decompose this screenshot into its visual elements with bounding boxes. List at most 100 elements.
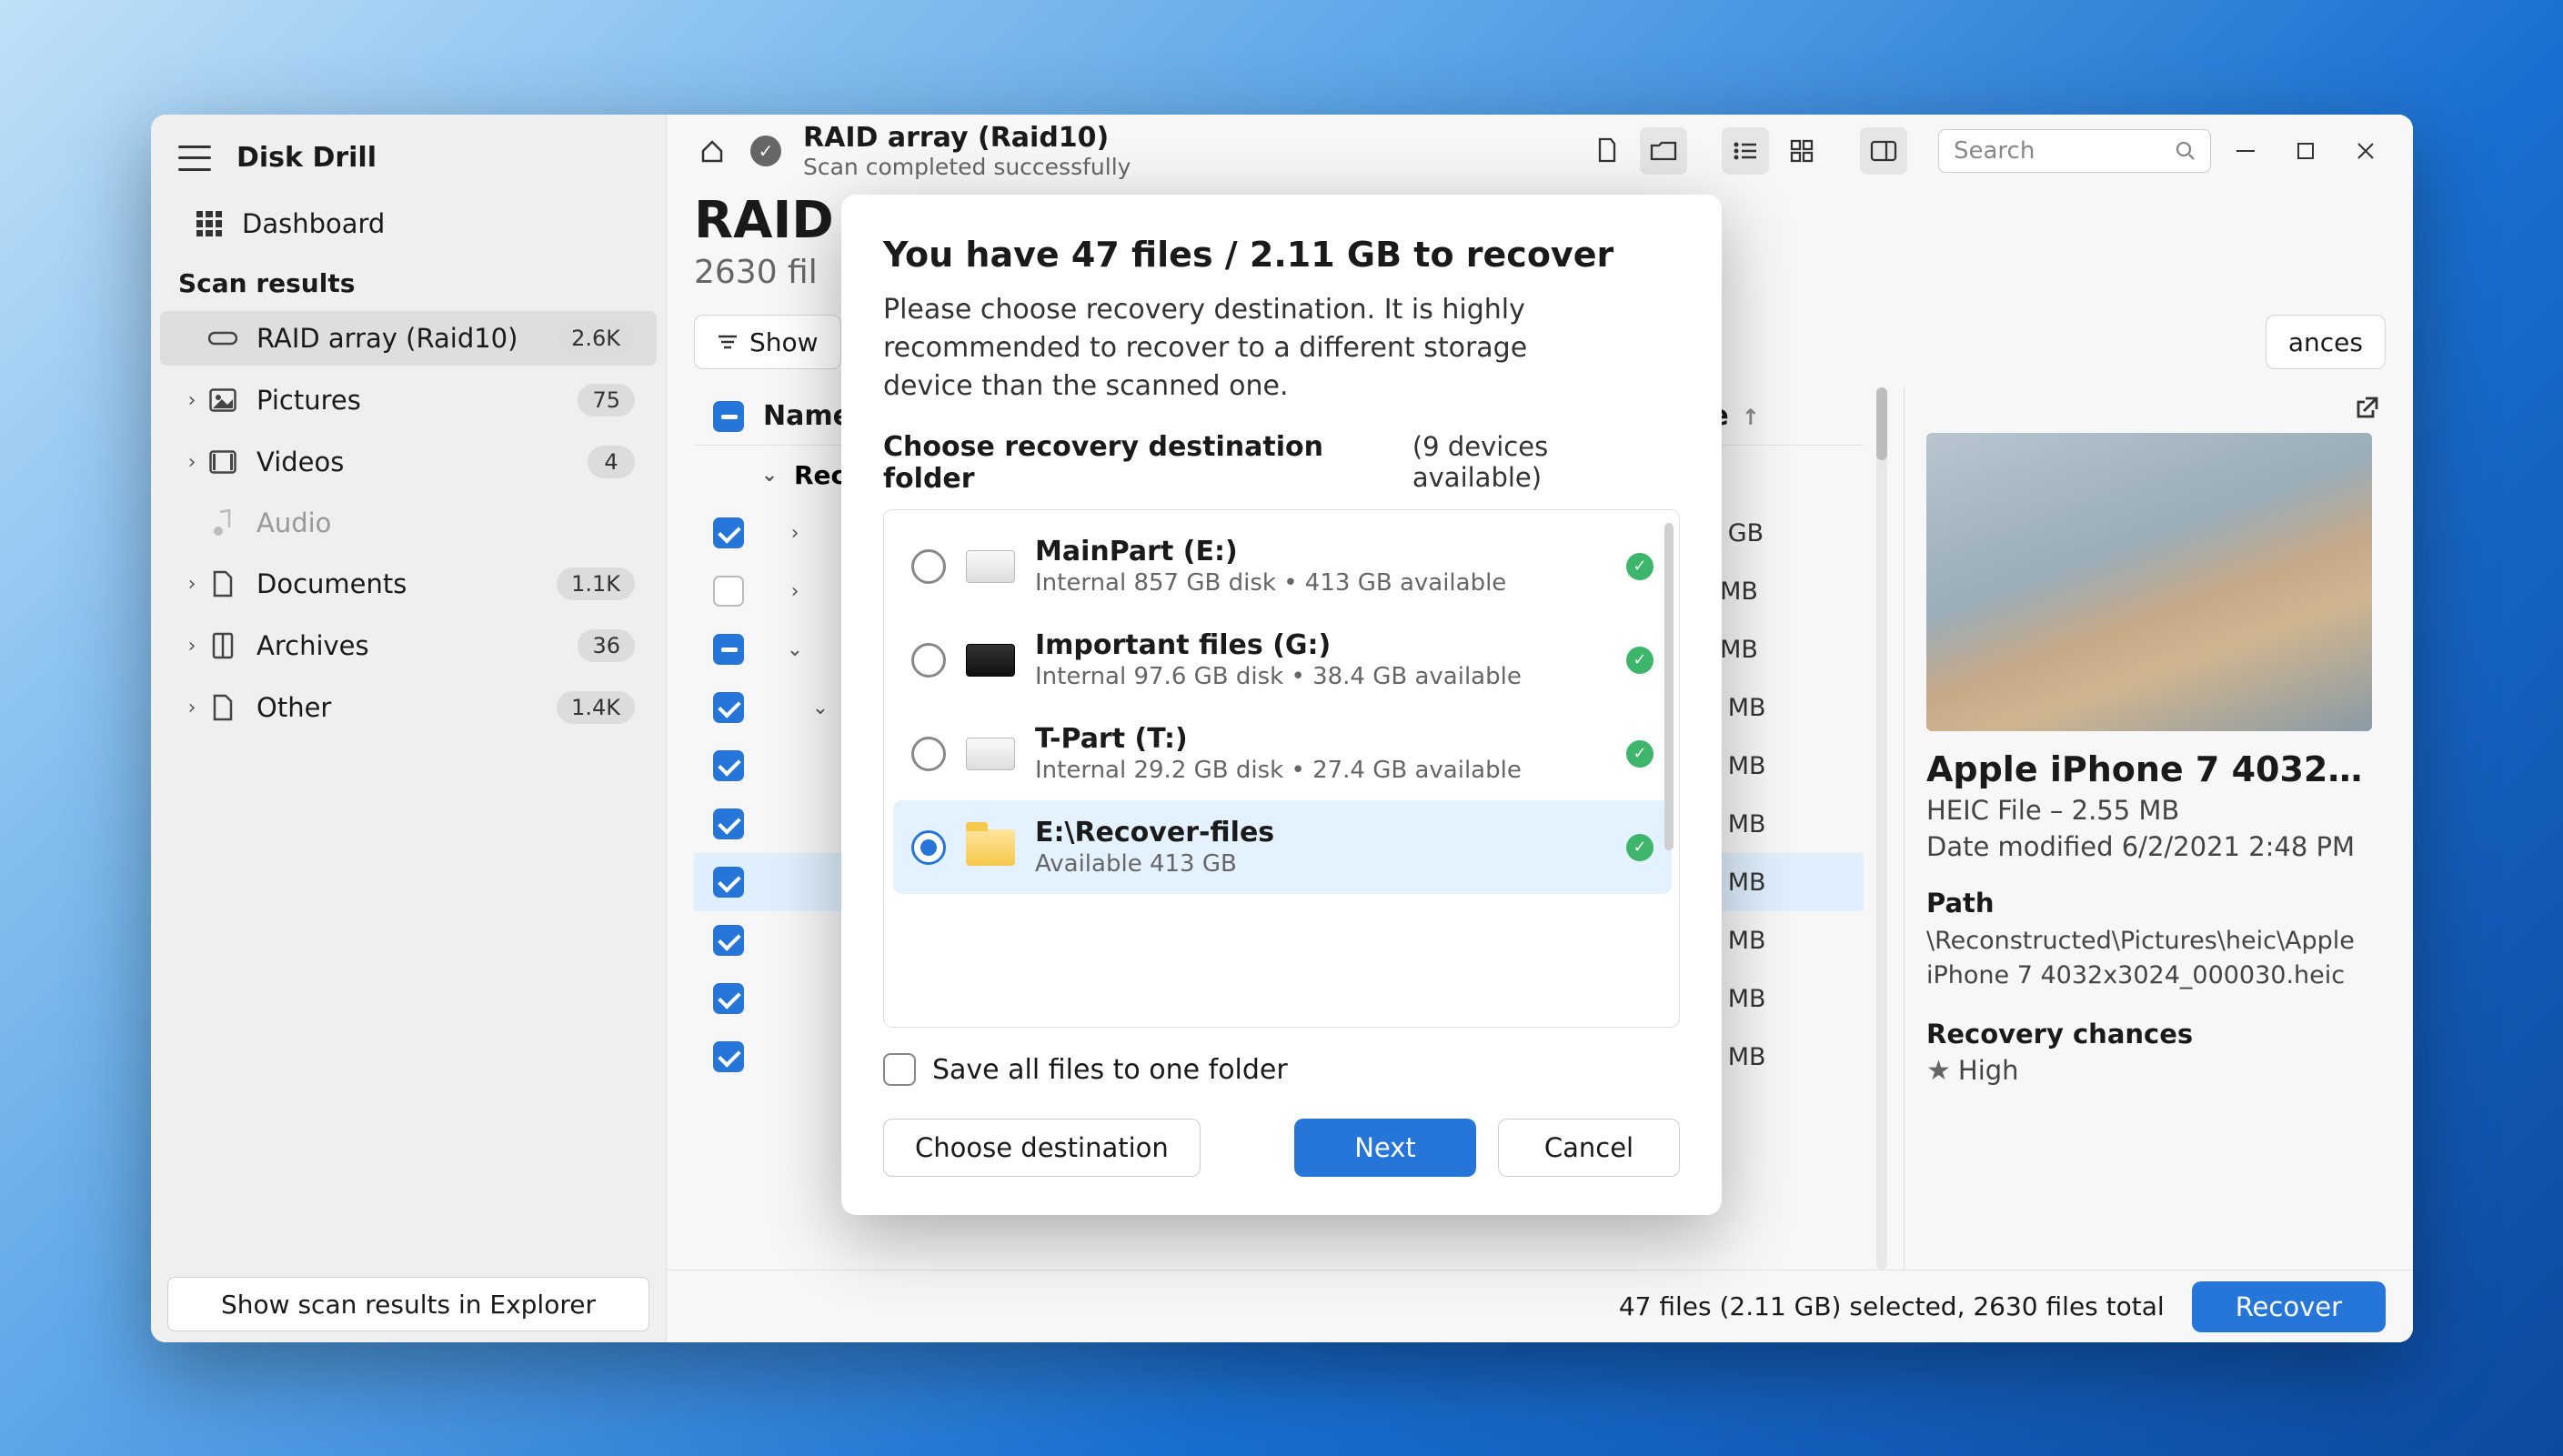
sidebar-item-badge: 1.4K xyxy=(557,691,635,724)
sidebar-item-raid[interactable]: RAID array (Raid10) 2.6K xyxy=(160,311,657,366)
footer: 47 files (2.11 GB) selected, 2630 files … xyxy=(667,1270,2413,1342)
dest-label: Choose recovery destination folder xyxy=(883,431,1412,495)
device-count: (9 devices available) xyxy=(1412,431,1680,493)
dest-detail: Internal 29.2 GB disk • 27.4 GB availabl… xyxy=(1035,757,1606,784)
chevron-down-icon: ⌄ xyxy=(754,464,785,487)
show-results-button[interactable]: Show scan results in Explorer xyxy=(167,1277,649,1331)
destination-item[interactable]: T-Part (T:)Internal 29.2 GB disk • 27.4 … xyxy=(893,707,1672,800)
file-view-button[interactable] xyxy=(1583,127,1631,175)
dest-name: T-Part (T:) xyxy=(1035,723,1606,755)
chevron-right-icon: › xyxy=(182,389,202,412)
chevron-right-icon: › xyxy=(182,573,202,596)
preview-path-label: Path xyxy=(1926,888,2377,919)
row-checkbox[interactable] xyxy=(713,634,744,665)
dest-detail: Internal 857 GB disk • 413 GB available xyxy=(1035,569,1606,597)
toolbar-subtitle: Scan completed successfully xyxy=(803,154,1131,180)
close-button[interactable] xyxy=(2340,129,2391,173)
drive-icon xyxy=(966,550,1015,583)
dashboard-icon xyxy=(196,211,222,236)
sidebar-item-documents[interactable]: › Documents 1.1K xyxy=(160,557,657,611)
preview-image xyxy=(1926,433,2372,731)
archive-icon xyxy=(207,630,238,661)
sidebar-item-archives[interactable]: › Archives 36 xyxy=(160,618,657,673)
destination-item[interactable]: Important files (G:)Internal 97.6 GB dis… xyxy=(893,613,1672,707)
sidebar-item-badge: 75 xyxy=(578,384,635,417)
preview-path: \Reconstructed\Pictures\heic\Apple iPhon… xyxy=(1926,924,2377,993)
minimize-button[interactable] xyxy=(2220,129,2271,173)
search-icon xyxy=(2176,141,2196,161)
sidebar-item-badge: 4 xyxy=(588,446,635,478)
row-checkbox[interactable] xyxy=(713,808,744,839)
row-checkbox[interactable] xyxy=(713,517,744,548)
search-input[interactable]: Search xyxy=(1938,129,2211,173)
radio-button[interactable] xyxy=(911,737,946,771)
sidebar-item-label: Documents xyxy=(256,568,557,599)
scan-results-label: Scan results xyxy=(151,252,666,307)
folder-view-button[interactable] xyxy=(1640,127,1687,175)
filter-chances-label: ances xyxy=(2288,327,2363,357)
footer-summary: 47 files (2.11 GB) selected, 2630 files … xyxy=(1619,1291,2165,1321)
select-all-checkbox[interactable] xyxy=(713,401,744,432)
dest-scrollbar[interactable] xyxy=(1664,523,1673,1014)
preview-chances-label: Recovery chances xyxy=(1926,1019,2377,1049)
row-checkbox[interactable] xyxy=(713,692,744,723)
preview-pane: Apple iPhone 7 4032x30… HEIC File – 2.55… xyxy=(1904,387,2386,1270)
drive-icon xyxy=(966,738,1015,770)
sidebar-item-label: Other xyxy=(256,692,557,723)
row-checkbox[interactable] xyxy=(713,576,744,607)
row-checkbox[interactable] xyxy=(713,750,744,781)
cancel-button[interactable]: Cancel xyxy=(1498,1119,1680,1177)
destination-list: MainPart (E:)Internal 857 GB disk • 413 … xyxy=(883,509,1680,1028)
sidebar-item-pictures[interactable]: › Pictures 75 xyxy=(160,373,657,427)
modal-title: You have 47 files / 2.11 GB to recover xyxy=(883,235,1680,275)
save-all-label: Save all files to one folder xyxy=(932,1054,1288,1086)
filter-chances-button[interactable]: ances xyxy=(2266,315,2386,369)
sidebar-item-videos[interactable]: › Videos 4 xyxy=(160,435,657,489)
next-button[interactable]: Next xyxy=(1294,1119,1476,1177)
home-button[interactable] xyxy=(688,127,736,175)
menu-icon[interactable] xyxy=(178,146,211,171)
status-check-icon: ✓ xyxy=(750,136,781,166)
sidebar-item-label: Pictures xyxy=(256,385,578,416)
sidebar-item-audio[interactable]: Audio xyxy=(160,497,657,549)
dest-name: E:\Recover-files xyxy=(1035,817,1606,848)
audio-icon xyxy=(207,507,238,538)
save-all-checkbox[interactable] xyxy=(883,1053,916,1086)
chevron-right-icon: › xyxy=(182,697,202,719)
row-checkbox[interactable] xyxy=(713,867,744,898)
destination-item-selected[interactable]: E:\Recover-filesAvailable 413 GB ✓ xyxy=(893,800,1672,894)
row-checkbox[interactable] xyxy=(713,925,744,956)
scrollbar[interactable] xyxy=(1876,387,1887,1270)
sidebar-item-other[interactable]: › Other 1.4K xyxy=(160,680,657,735)
sidebar-item-label: RAID array (Raid10) xyxy=(256,323,557,354)
preview-filetype: HEIC File – 2.55 MB xyxy=(1926,795,2377,826)
preview-title: Apple iPhone 7 4032x30… xyxy=(1926,749,2377,789)
panel-toggle-button[interactable] xyxy=(1860,127,1907,175)
preview-chances: ★High xyxy=(1926,1055,2377,1087)
radio-button[interactable] xyxy=(911,549,946,584)
chevron-right-icon: › xyxy=(182,451,202,474)
filter-icon xyxy=(717,333,739,351)
grid-view-button[interactable] xyxy=(1778,127,1825,175)
nav-dashboard-label: Dashboard xyxy=(242,208,385,239)
destination-item[interactable]: MainPart (E:)Internal 857 GB disk • 413 … xyxy=(893,519,1672,613)
check-icon: ✓ xyxy=(1626,834,1653,861)
maximize-button[interactable] xyxy=(2280,129,2331,173)
row-checkbox[interactable] xyxy=(713,1041,744,1072)
sidebar-item-label: Videos xyxy=(256,447,588,477)
row-checkbox[interactable] xyxy=(713,983,744,1014)
dest-name: MainPart (E:) xyxy=(1035,536,1606,567)
open-external-icon[interactable] xyxy=(2355,395,2380,420)
recover-button[interactable]: Recover xyxy=(2192,1281,2386,1332)
radio-button[interactable] xyxy=(911,643,946,678)
other-icon xyxy=(207,692,238,723)
filter-show-button[interactable]: Show xyxy=(694,315,841,369)
radio-button-selected[interactable] xyxy=(911,830,946,865)
dest-detail: Internal 97.6 GB disk • 38.4 GB availabl… xyxy=(1035,663,1606,690)
toolbar-title: RAID array (Raid10) xyxy=(803,122,1131,154)
sidebar-item-badge: 36 xyxy=(578,629,635,662)
choose-destination-button[interactable]: Choose destination xyxy=(883,1119,1201,1177)
list-view-button[interactable] xyxy=(1722,127,1769,175)
video-icon xyxy=(207,447,238,477)
nav-dashboard[interactable]: Dashboard xyxy=(151,196,666,252)
